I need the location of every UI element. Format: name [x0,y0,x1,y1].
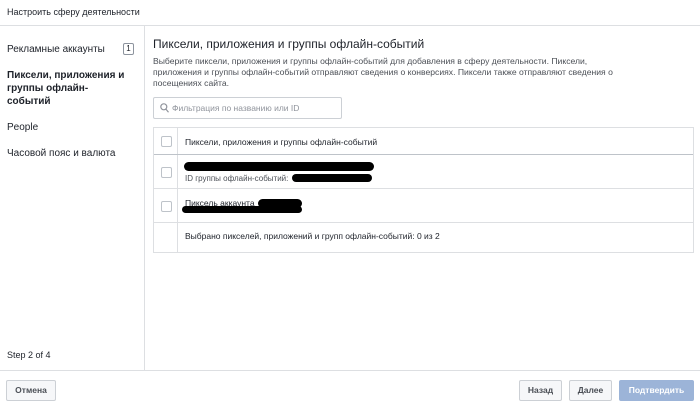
redaction-mark [258,199,302,208]
sidebar-item-label-line: событий [7,96,51,107]
section-description: Выберите пиксели, приложения и группы оф… [153,56,688,89]
row-checkbox[interactable] [161,167,172,178]
search-input[interactable] [172,100,338,116]
sidebar-item-timezone-currency[interactable]: Часовой пояс и валюта [7,147,115,160]
sidebar-item-label-line: Пиксели, приложения и [7,70,125,81]
section-title: Пиксели, приложения и группы офлайн-собы… [153,37,425,51]
confirm-button[interactable]: Подтвердить [619,380,694,401]
footer-check-cell [154,223,178,252]
sidebar-item-people[interactable]: People [7,121,38,134]
dialog-footer: Отмена Назад Далее Подтвердить [0,370,700,407]
dialog-header: Настроить сферу деятельности [0,0,700,26]
header-check-cell [154,128,178,154]
step-indicator: Step 2 of 4 [7,350,51,360]
description-line: Выберите пиксели, приложения и группы оф… [153,56,588,66]
sidebar-item-pixels-apps[interactable]: Пиксели, приложения и группы офлайн- соб… [7,69,124,108]
cancel-button[interactable]: Отмена [6,380,56,401]
table-header-label: Пиксели, приложения и группы офлайн-собы… [185,137,378,147]
selection-summary: Выбрано пикселей, приложений и групп офл… [185,231,440,241]
sidebar-item-label-line: группы офлайн- [7,83,89,94]
table-footer-row: Выбрано пикселей, приложений и групп офл… [154,223,693,252]
search-box [153,97,342,119]
redaction-mark [184,162,374,171]
table-row[interactable]: Пиксель аккаунта [154,189,693,223]
ad-accounts-count-badge: 1 [123,43,134,55]
row-checkbox[interactable] [161,201,172,212]
next-button[interactable]: Далее [569,380,612,401]
sidebar-item-ad-accounts[interactable]: Рекламные аккаунты [7,43,105,56]
row-check-cell [154,189,178,222]
row-check-cell [154,155,178,188]
redaction-mark [292,174,372,182]
description-line: приложения и группы офлайн-событий отпра… [153,67,613,77]
search-icon [160,103,169,113]
pixels-table: Пиксели, приложения и группы офлайн-собы… [153,127,694,253]
table-row[interactable]: ID группы офлайн-событий: [154,155,693,189]
select-all-checkbox[interactable] [161,136,172,147]
description-line: посещениях сайта. [153,78,230,88]
offline-group-id-label: ID группы офлайн-событий: [185,174,289,183]
back-button[interactable]: Назад [519,380,562,401]
dialog-title: Настроить сферу деятельности [7,7,140,17]
table-header-row: Пиксели, приложения и группы офлайн-собы… [154,128,693,155]
